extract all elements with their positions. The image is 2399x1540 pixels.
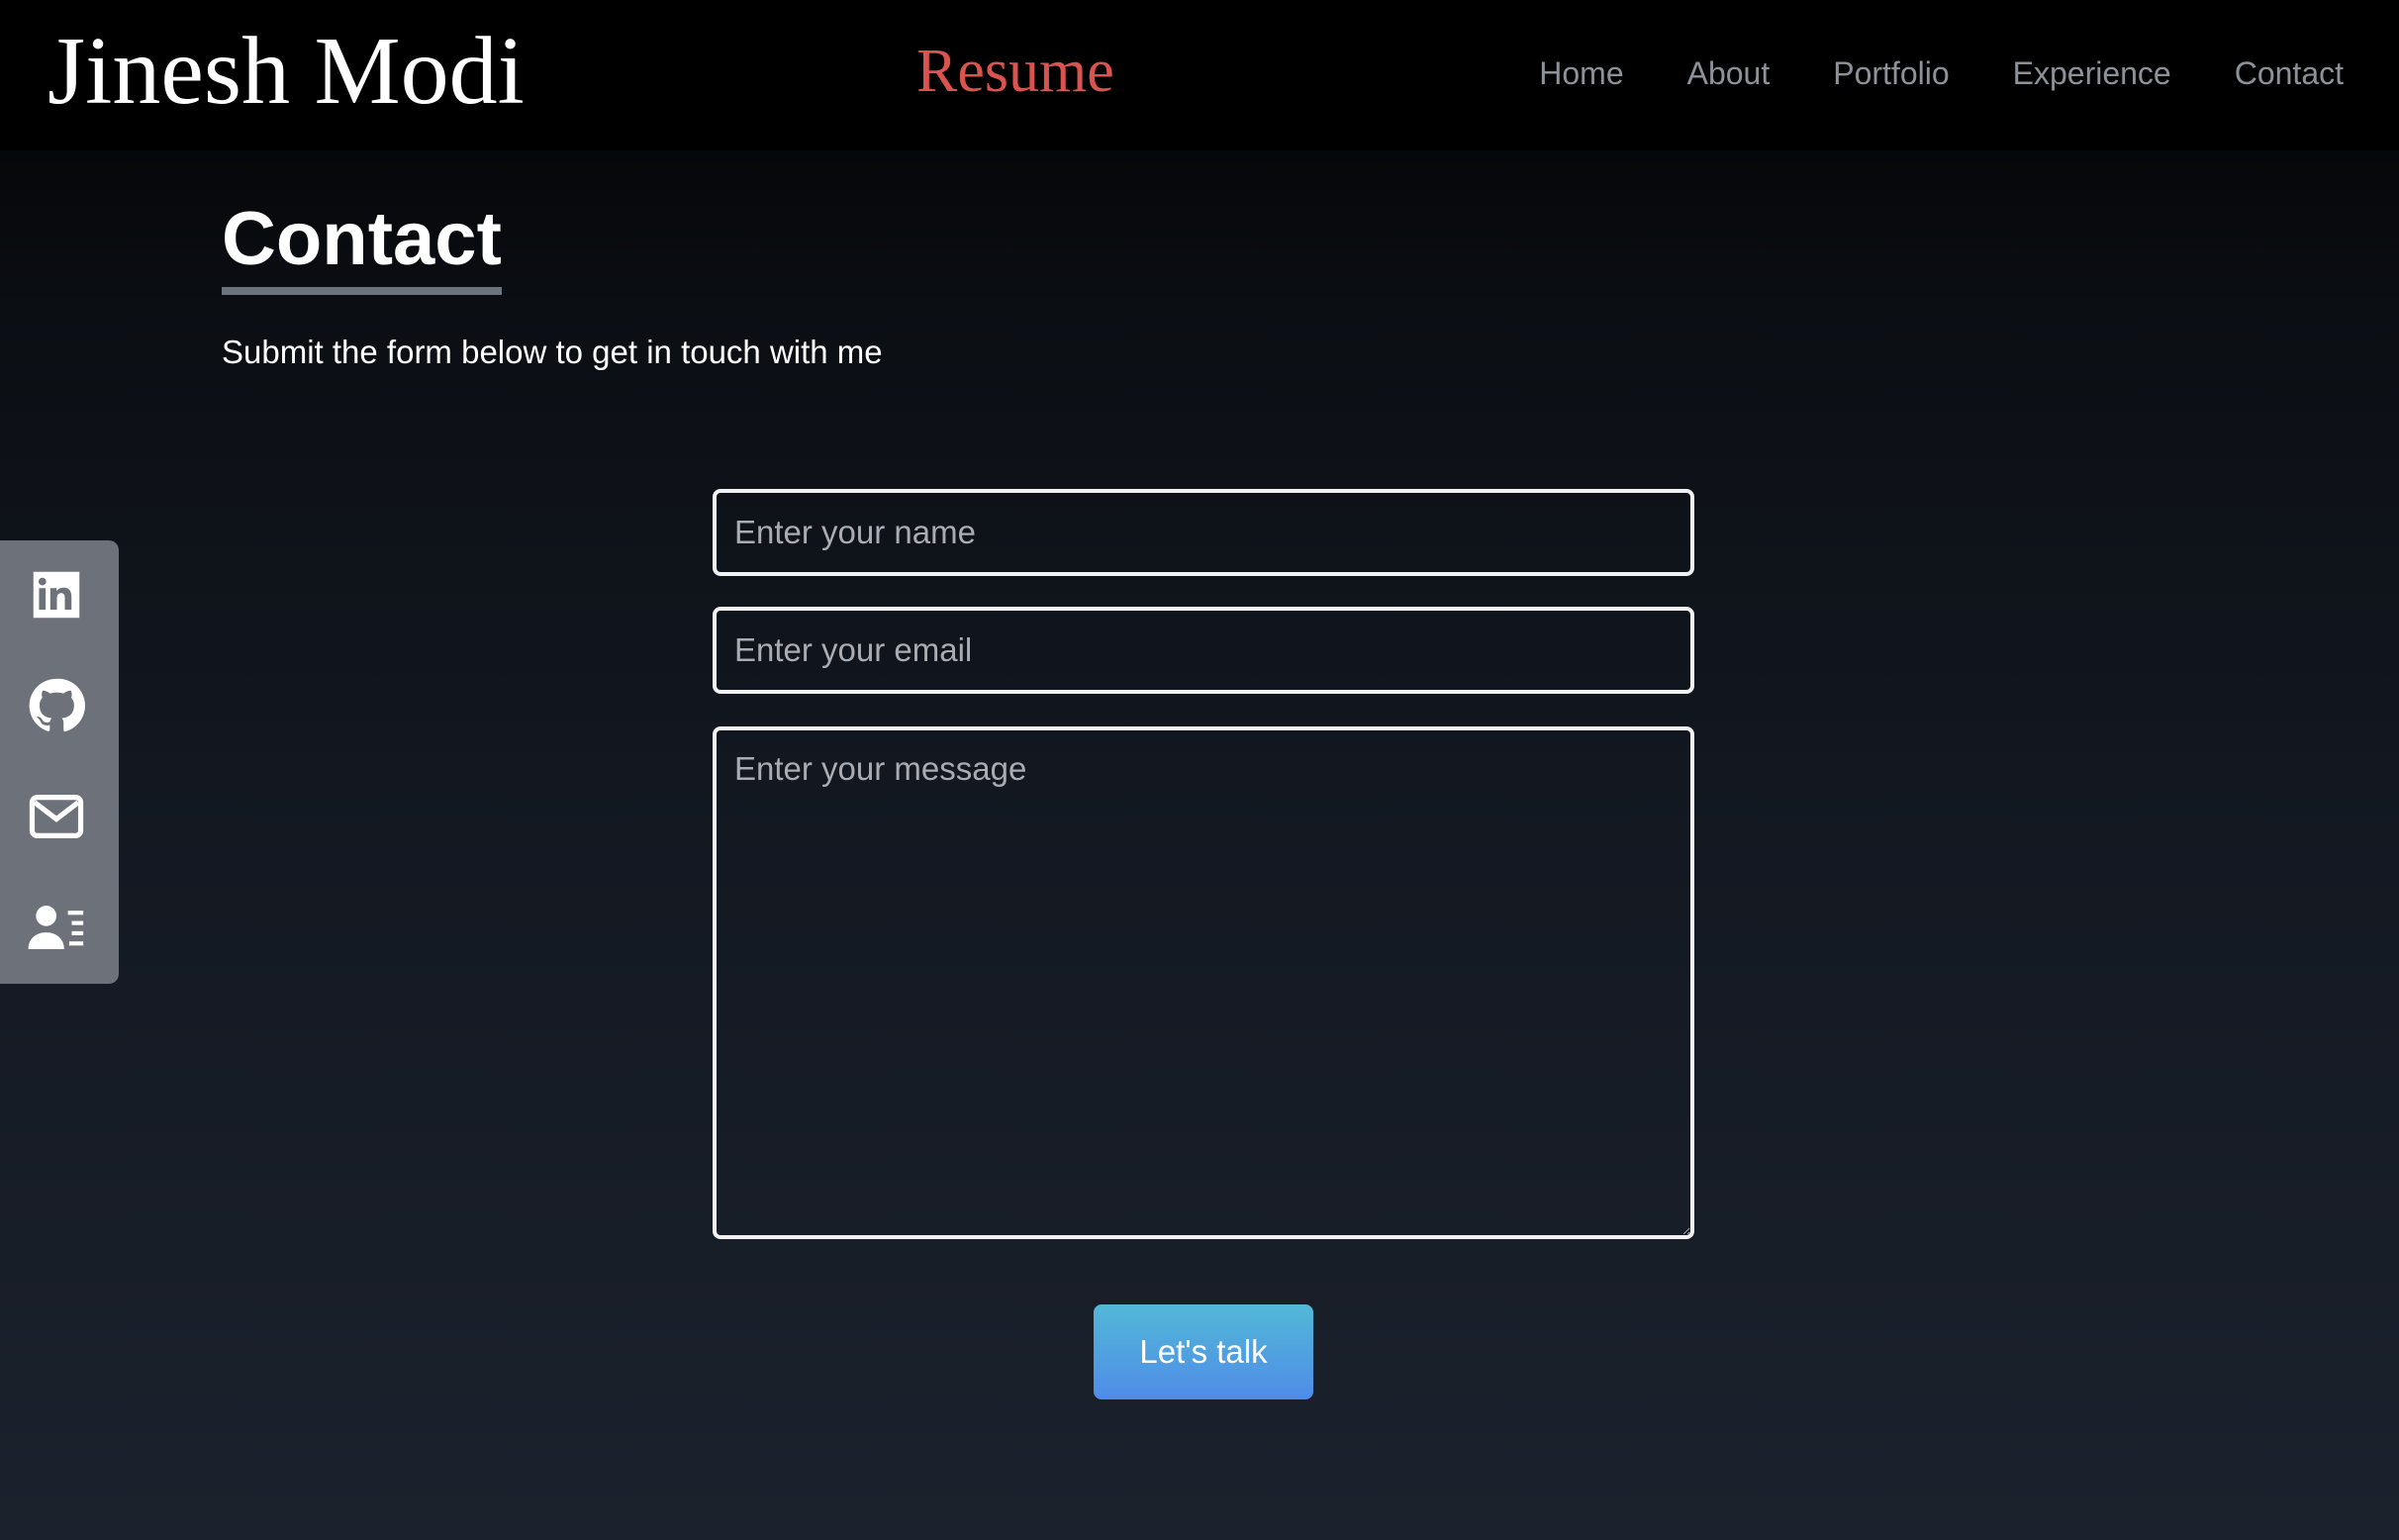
email-link[interactable] — [26, 786, 87, 847]
brand-name[interactable]: Jinesh Modi — [48, 16, 525, 127]
email-input[interactable] — [713, 607, 1694, 694]
linkedin-link[interactable] — [26, 564, 87, 626]
linkedin-icon — [33, 571, 80, 619]
lets-talk-button[interactable]: Let's talk — [1094, 1304, 1313, 1399]
contact-card-icon — [28, 906, 84, 949]
contact-subtitle: Submit the form below to get in touch wi… — [222, 334, 883, 370]
resume-link[interactable]: Resume — [916, 34, 1114, 109]
nav-contact[interactable]: Contact — [2235, 51, 2344, 95]
resume-card-link[interactable] — [26, 897, 87, 958]
github-link[interactable] — [26, 675, 87, 736]
social-sidebar — [0, 540, 119, 984]
message-textarea[interactable] — [713, 726, 1694, 1239]
name-input[interactable] — [713, 489, 1694, 576]
nav-about[interactable]: About — [1687, 51, 1771, 95]
nav-home[interactable]: Home — [1539, 51, 1623, 95]
mail-icon — [29, 795, 84, 838]
nav-portfolio[interactable]: Portfolio — [1833, 51, 1949, 95]
contact-heading: Contact — [222, 196, 502, 295]
top-navbar: Jinesh Modi Resume Home About Portfolio … — [0, 0, 2399, 150]
main-nav: Home About Portfolio Experience Contact — [1539, 51, 2344, 95]
nav-experience[interactable]: Experience — [2013, 51, 2171, 95]
github-icon — [29, 678, 85, 732]
